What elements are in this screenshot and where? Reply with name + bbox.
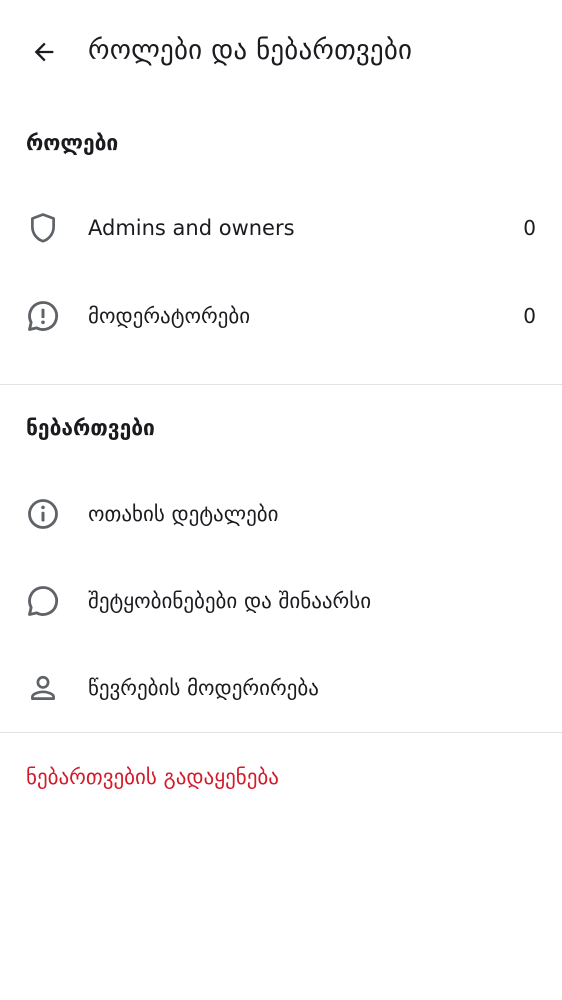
reset-permissions-button[interactable]: ნებართვების გადაყენება — [26, 762, 279, 792]
back-button[interactable] — [22, 30, 66, 74]
role-row-moderators[interactable]: მოდერატორები 0 — [0, 276, 562, 356]
top-app-bar: როლები და ნებართვები — [0, 0, 562, 104]
permission-label: წევრების მოდერირება — [88, 676, 319, 700]
section-divider — [0, 732, 562, 733]
permission-row-room-details[interactable]: ოთახის დეტალები — [0, 474, 562, 554]
chat-bubble-icon — [24, 582, 62, 620]
page-title: როლები და ნებართვები — [88, 35, 413, 66]
alert-bubble-icon — [24, 297, 62, 335]
role-row-admins[interactable]: Admins and owners 0 — [0, 188, 562, 268]
shield-icon — [24, 209, 62, 247]
role-count: 0 — [523, 304, 536, 328]
permission-row-messages-content[interactable]: შეტყობინებები და შინაარსი — [0, 561, 562, 641]
person-icon — [24, 669, 62, 707]
role-label: Admins and owners — [88, 216, 295, 240]
permissions-section-title: ნებართვები — [26, 416, 155, 440]
role-count: 0 — [523, 216, 536, 240]
arrow-left-icon — [34, 42, 54, 62]
section-divider — [0, 384, 562, 385]
roles-section-title: როლები — [26, 131, 119, 155]
permission-row-member-moderation[interactable]: წევრების მოდერირება — [0, 648, 562, 728]
role-label: მოდერატორები — [88, 304, 251, 328]
info-icon — [24, 495, 62, 533]
permission-label: შეტყობინებები და შინაარსი — [88, 589, 372, 613]
permission-label: ოთახის დეტალები — [88, 502, 279, 526]
